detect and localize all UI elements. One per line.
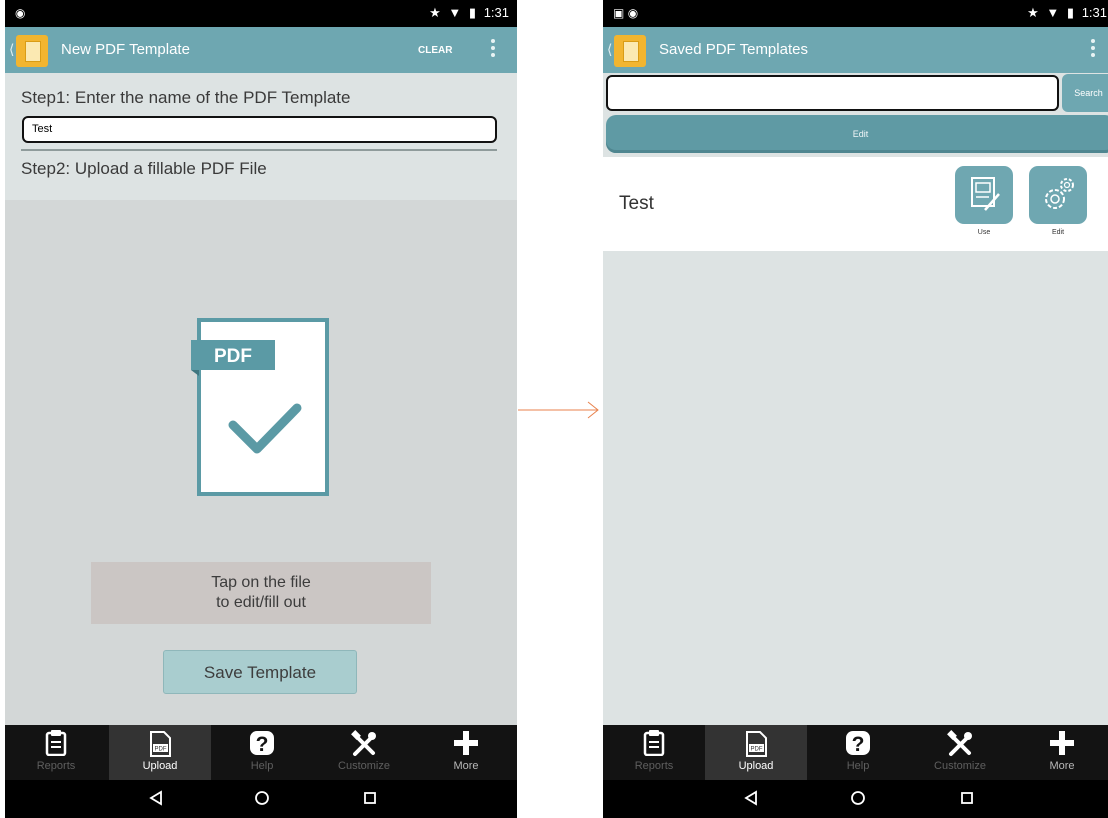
star-icon: ★ — [429, 5, 441, 20]
help-icon: ? — [250, 731, 274, 756]
status-bar: ◉ ★ ▼ ▮ 1:31 — [5, 0, 517, 27]
svg-text:?: ? — [852, 733, 865, 756]
app-logo-icon[interactable] — [16, 35, 48, 67]
recents-square-icon[interactable] — [959, 790, 975, 806]
wifi-icon: ▼ — [1046, 5, 1060, 20]
search-button[interactable]: Search — [1062, 74, 1108, 112]
search-input[interactable] — [606, 75, 1059, 111]
edit-template-button[interactable] — [1029, 166, 1087, 224]
shield-notification-icon: ◉ — [627, 6, 639, 20]
form-pencil-icon — [971, 177, 1000, 211]
nav-label: More — [453, 760, 479, 772]
bottom-nav: Reports PDF Upload ? Help Customize More — [5, 725, 517, 780]
transition-arrow-icon — [518, 401, 599, 419]
step2-label: Step2: Upload a fillable PDF File — [21, 159, 267, 178]
nav-item-customize[interactable]: Customize — [909, 725, 1011, 780]
list-item[interactable]: Test Use Edit — [603, 157, 1108, 251]
hint-line-2: to edit/fill out — [216, 594, 306, 611]
pdf-badge-text: PDF — [214, 346, 252, 367]
back-triangle-icon[interactable] — [148, 790, 164, 806]
nav-label: Customize — [934, 760, 986, 772]
tools-icon — [947, 730, 972, 756]
hint-line-1: Tap on the file — [211, 574, 311, 591]
action-bar: ⟨ Saved PDF Templates — [603, 27, 1108, 73]
image-notification-icon: ▣ — [613, 6, 625, 20]
overflow-menu-icon[interactable] — [491, 39, 495, 59]
shield-notification-icon: ◉ — [15, 6, 26, 20]
nav-label: Upload — [142, 760, 178, 772]
nav-item-reports[interactable]: Reports — [603, 725, 705, 780]
nav-item-help[interactable]: ? Help — [807, 725, 909, 780]
nav-label: Help — [250, 760, 274, 772]
help-icon: ? — [846, 731, 870, 756]
nav-item-help[interactable]: ? Help — [211, 725, 313, 780]
back-chevron-icon[interactable]: ⟨ — [607, 41, 612, 58]
nav-item-upload[interactable]: PDF Upload — [109, 725, 211, 780]
use-label: Use — [977, 229, 991, 236]
pdf-file-icon[interactable]: PDF — [191, 318, 331, 498]
svg-text:?: ? — [256, 733, 269, 756]
pdf-upload-icon: PDF — [746, 731, 767, 757]
saved-templates-screen: ▣ ◉ ★ ▼ ▮ 1:31 ⟨ Saved PDF Templates Sea… — [603, 0, 1108, 818]
nav-label: Customize — [338, 760, 390, 772]
plus-icon — [454, 731, 478, 755]
screen-title: New PDF Template — [61, 41, 190, 58]
pdf-upload-icon: PDF — [150, 731, 171, 757]
recents-square-icon[interactable] — [362, 790, 378, 806]
edit-label: Edit — [1051, 229, 1065, 236]
system-nav-bar — [5, 780, 517, 818]
home-circle-icon[interactable] — [254, 790, 270, 806]
screen-title: Saved PDF Templates — [659, 41, 808, 58]
hint-box: Tap on the file to edit/fill out — [91, 562, 431, 624]
app-logo-icon[interactable] — [614, 35, 646, 67]
nav-label: More — [1049, 760, 1075, 772]
nav-item-upload[interactable]: PDF Upload — [705, 725, 807, 780]
clipboard-icon — [45, 730, 67, 756]
plus-icon — [1050, 731, 1074, 755]
nav-item-reports[interactable]: Reports — [5, 725, 107, 780]
nav-item-more[interactable]: More — [1011, 725, 1108, 780]
battery-icon: ▮ — [468, 5, 477, 20]
step1-label: Step1: Enter the name of the PDF Templat… — [21, 88, 351, 107]
home-circle-icon[interactable] — [850, 790, 866, 806]
star-icon: ★ — [1027, 5, 1039, 20]
nav-label: Upload — [738, 760, 774, 772]
new-template-screen: ◉ ★ ▼ ▮ 1:31 ⟨ New PDF Template CLEAR St… — [5, 0, 517, 818]
battery-icon: ▮ — [1066, 5, 1075, 20]
status-bar: ▣ ◉ ★ ▼ ▮ 1:31 — [603, 0, 1108, 27]
overflow-menu-icon[interactable] — [1091, 39, 1095, 59]
wifi-icon: ▼ — [448, 5, 462, 20]
edit-bar-button[interactable]: Edit — [606, 115, 1108, 153]
clock-time: 1:31 — [483, 5, 509, 20]
nav-label: Reports — [634, 760, 674, 772]
pdf-mini-label: PDF — [155, 747, 167, 753]
tools-icon — [351, 730, 376, 756]
template-name: Test — [619, 193, 654, 214]
nav-item-customize[interactable]: Customize — [313, 725, 415, 780]
clock-time: 1:31 — [1081, 5, 1107, 20]
gears-icon — [1045, 178, 1074, 209]
template-name-input[interactable]: Test — [22, 116, 497, 143]
use-template-button[interactable] — [955, 166, 1013, 224]
save-template-button[interactable]: Save Template — [163, 650, 357, 694]
action-bar: ⟨ New PDF Template CLEAR — [5, 27, 517, 73]
nav-label: Reports — [36, 760, 76, 772]
nav-item-more[interactable]: More — [415, 725, 517, 780]
back-chevron-icon[interactable]: ⟨ — [9, 41, 14, 58]
back-triangle-icon[interactable] — [743, 790, 759, 806]
divider — [21, 149, 497, 151]
clear-button[interactable]: CLEAR — [418, 45, 452, 56]
clipboard-icon — [643, 730, 665, 756]
bottom-nav: Reports PDF Upload ? Help Customize More — [603, 725, 1108, 780]
system-nav-bar — [603, 780, 1108, 818]
nav-label: Help — [846, 760, 870, 772]
pdf-mini-label: PDF — [751, 747, 763, 753]
